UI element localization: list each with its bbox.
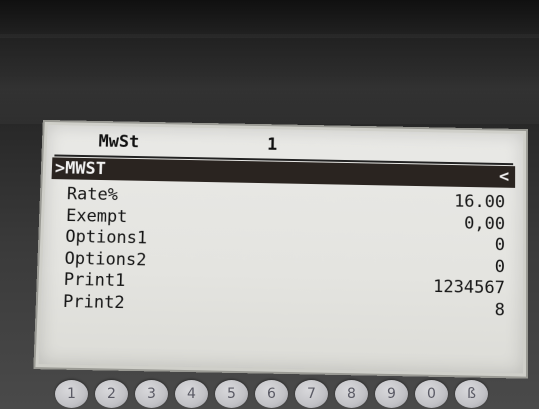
key-8[interactable]: 8 bbox=[335, 380, 368, 408]
key-5[interactable]: 5 bbox=[215, 380, 248, 408]
setting-value: 1234567 bbox=[433, 277, 505, 298]
selected-item-label: >MWST bbox=[55, 158, 107, 179]
setting-value: 0,00 bbox=[464, 213, 505, 234]
key-0[interactable]: 0 bbox=[415, 380, 448, 408]
setting-label: Print2 bbox=[63, 291, 125, 312]
selection-marker-icon: < bbox=[499, 167, 509, 187]
setting-label: Rate% bbox=[67, 184, 119, 205]
device-bezel bbox=[0, 0, 539, 38]
key-2[interactable]: 2 bbox=[95, 380, 128, 408]
key-6[interactable]: 6 bbox=[255, 380, 288, 408]
keypad-row: 1 2 3 4 5 6 7 8 9 0 ß bbox=[55, 375, 535, 409]
setting-value: 0 bbox=[495, 235, 505, 255]
key-sz[interactable]: ß bbox=[455, 380, 488, 408]
screen-glare bbox=[0, 34, 539, 124]
key-4[interactable]: 4 bbox=[175, 380, 208, 408]
key-3[interactable]: 3 bbox=[135, 380, 168, 408]
setting-label: Print1 bbox=[63, 270, 125, 291]
key-1[interactable]: 1 bbox=[55, 380, 88, 408]
setting-value: 8 bbox=[495, 300, 505, 320]
title-index: 1 bbox=[267, 135, 278, 155]
key-9[interactable]: 9 bbox=[375, 380, 408, 408]
setting-label: Exempt bbox=[66, 206, 128, 227]
setting-value: 16.00 bbox=[454, 192, 505, 213]
setting-label: Options1 bbox=[65, 227, 147, 248]
page-title: MwSt bbox=[98, 132, 139, 152]
setting-value: 0 bbox=[495, 257, 505, 277]
lcd-display: MwSt 1 >MWST < Rate% 16.00 Exempt 0,00 O… bbox=[35, 122, 526, 377]
settings-list: Rate% 16.00 Exempt 0,00 Options1 0 Optio… bbox=[41, 184, 524, 322]
key-7[interactable]: 7 bbox=[295, 380, 328, 408]
setting-label: Options2 bbox=[64, 248, 147, 270]
